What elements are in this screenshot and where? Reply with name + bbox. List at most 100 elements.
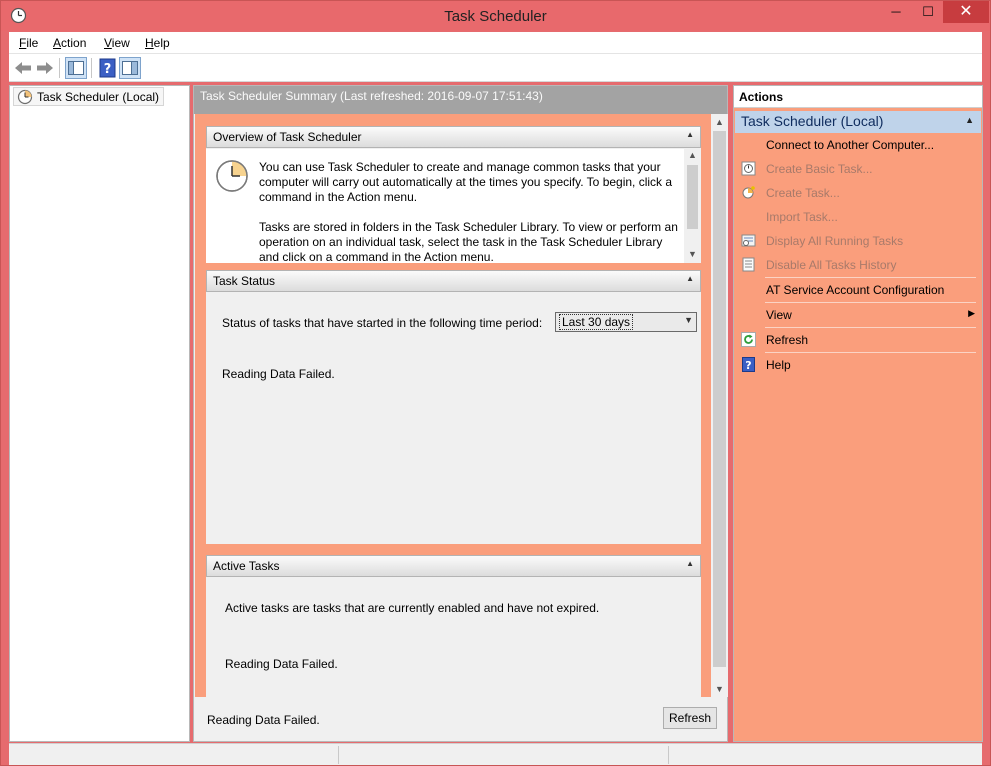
overview-section-title: Overview of Task Scheduler (213, 130, 362, 144)
menu-action[interactable]: Action (53, 36, 86, 50)
toolbar-separator (91, 58, 92, 78)
minimize-button[interactable]: ─ (881, 1, 911, 23)
action-label: Disable All Tasks History (766, 258, 897, 272)
actions-pane: Actions Task Scheduler (Local) ▲ Connect… (733, 85, 983, 742)
menu-view[interactable]: View (104, 36, 130, 50)
running-tasks-icon (741, 234, 756, 247)
menu-view-access-key: V (104, 36, 112, 50)
task-scheduler-window: Task Scheduler ─ ☐ ✕ File Action View He… (0, 0, 991, 766)
active-tasks-section-title: Active Tasks (213, 559, 280, 573)
action-connect-to-another-computer[interactable]: Connect to Another Computer... (735, 134, 981, 156)
scroll-up-icon[interactable]: ▲ (684, 150, 701, 160)
menu-help[interactable]: Help (145, 36, 170, 50)
status-bar-cell (9, 746, 339, 764)
action-create-basic-task[interactable]: Create Basic Task... (735, 158, 981, 180)
actions-group-header[interactable]: Task Scheduler (Local) ▲ (735, 111, 981, 133)
chevron-down-icon: ▼ (684, 315, 693, 325)
overview-body: You can use Task Scheduler to create and… (206, 149, 701, 263)
task-status-section-title: Task Status (213, 274, 276, 288)
menu-file[interactable]: File (19, 36, 38, 50)
task-status-message: Reading Data Failed. (222, 367, 335, 381)
toolbar: ? (9, 54, 982, 82)
menu-bar: File Action View Help (9, 32, 982, 54)
summary-header: Task Scheduler Summary (Last refreshed: … (194, 86, 727, 114)
close-button[interactable]: ✕ (943, 1, 989, 23)
overview-scrollbar[interactable]: ▲ ▼ (684, 149, 701, 263)
menu-view-rest: iew (111, 36, 130, 50)
task-status-section-header[interactable]: Task Status ▲ (206, 270, 701, 292)
tree-item-label: Task Scheduler (Local) (37, 90, 160, 104)
collapse-up-icon[interactable]: ▲ (686, 130, 694, 139)
action-display-all-running-tasks[interactable]: Display All Running Tasks (735, 230, 981, 252)
action-disable-all-tasks-history[interactable]: Disable All Tasks History (735, 254, 981, 276)
scroll-up-icon[interactable]: ▲ (711, 117, 728, 127)
create-task-icon (742, 186, 755, 199)
footer-status-message: Reading Data Failed. (207, 713, 320, 727)
active-tasks-message: Reading Data Failed. (225, 657, 338, 671)
help-icon: ? (742, 357, 755, 372)
action-label: View (766, 308, 792, 322)
actions-separator (765, 277, 976, 278)
action-label: Refresh (766, 333, 809, 347)
clock-icon (216, 160, 248, 192)
summary-footer: Reading Data Failed. Refresh (194, 697, 727, 741)
action-label: AT Service Account Configuration (766, 283, 945, 297)
action-label: Create Task... (766, 186, 840, 200)
scroll-thumb[interactable] (713, 131, 726, 667)
collapse-up-icon[interactable]: ▲ (686, 559, 694, 568)
actions-separator (765, 327, 976, 328)
actions-separator (765, 302, 976, 303)
clock-icon (17, 89, 33, 105)
scroll-down-icon[interactable]: ▼ (711, 684, 728, 694)
action-import-task[interactable]: Import Task... (735, 206, 981, 228)
maximize-button[interactable]: ☐ (913, 1, 943, 23)
menu-action-rest: ction (61, 36, 87, 50)
time-period-select[interactable]: Last 30 days ▼ (555, 312, 697, 332)
status-bar-cell (339, 746, 669, 764)
time-period-value: Last 30 days (559, 314, 634, 330)
actions-group-title: Task Scheduler (Local) (741, 113, 884, 129)
tree-item-task-scheduler-local[interactable]: Task Scheduler (Local) (13, 87, 165, 106)
collapse-up-icon[interactable]: ▲ (686, 274, 694, 283)
window-title: Task Scheduler (444, 8, 547, 25)
toolbar-separator (59, 58, 60, 78)
scroll-thumb[interactable] (687, 165, 698, 229)
task-status-section: Task Status ▲ Status of tasks that have … (206, 270, 701, 544)
submenu-arrow-icon: ▶ (968, 308, 975, 318)
action-create-task[interactable]: Create Task... (735, 182, 981, 204)
scroll-down-icon[interactable]: ▼ (684, 249, 701, 259)
action-label: Import Task... (766, 210, 838, 224)
console-tree[interactable]: Task Scheduler (Local) (9, 85, 190, 742)
title-bar[interactable]: Task Scheduler ─ ☐ ✕ (1, 1, 990, 31)
show-hide-console-tree-icon[interactable] (65, 57, 87, 79)
action-refresh[interactable]: Refresh (735, 329, 981, 351)
overview-paragraph: You can use Task Scheduler to create and… (259, 160, 673, 204)
overview-paragraph: Tasks are stored in folders in the Task … (259, 220, 678, 263)
summary-scroll-area[interactable]: Overview of Task Scheduler ▲ You can use… (195, 114, 728, 697)
action-help[interactable]: ? Help (735, 354, 981, 376)
create-basic-task-icon (741, 161, 756, 176)
status-period-label: Status of tasks that have started in the… (222, 316, 543, 330)
active-tasks-section: Active Tasks ▲ Active tasks are tasks th… (206, 555, 701, 697)
status-bar (9, 743, 982, 765)
active-tasks-section-header[interactable]: Active Tasks ▲ (206, 555, 701, 577)
help-icon[interactable]: ? (97, 57, 119, 79)
summary-scrollbar[interactable]: ▲ ▼ (711, 114, 728, 697)
collapse-up-icon[interactable]: ▲ (965, 115, 974, 125)
action-label: Help (766, 358, 791, 372)
menu-help-rest: elp (153, 36, 170, 50)
menu-file-rest: ile (26, 36, 39, 50)
menu-action-access-key: A (53, 36, 62, 50)
action-label: Display All Running Tasks (766, 234, 904, 248)
refresh-button[interactable]: Refresh (663, 707, 717, 729)
forward-arrow-icon[interactable] (34, 57, 56, 79)
tasks-history-icon (742, 257, 755, 272)
show-hide-action-pane-icon[interactable] (119, 57, 141, 79)
svg-text:?: ? (104, 62, 112, 77)
action-label: Create Basic Task... (766, 162, 873, 176)
back-arrow-icon[interactable] (12, 57, 34, 79)
action-view[interactable]: View ▶ (735, 304, 981, 326)
action-at-service-account-configuration[interactable]: AT Service Account Configuration (735, 279, 981, 301)
overview-section-header[interactable]: Overview of Task Scheduler ▲ (206, 126, 701, 148)
action-label: Connect to Another Computer... (766, 138, 935, 152)
